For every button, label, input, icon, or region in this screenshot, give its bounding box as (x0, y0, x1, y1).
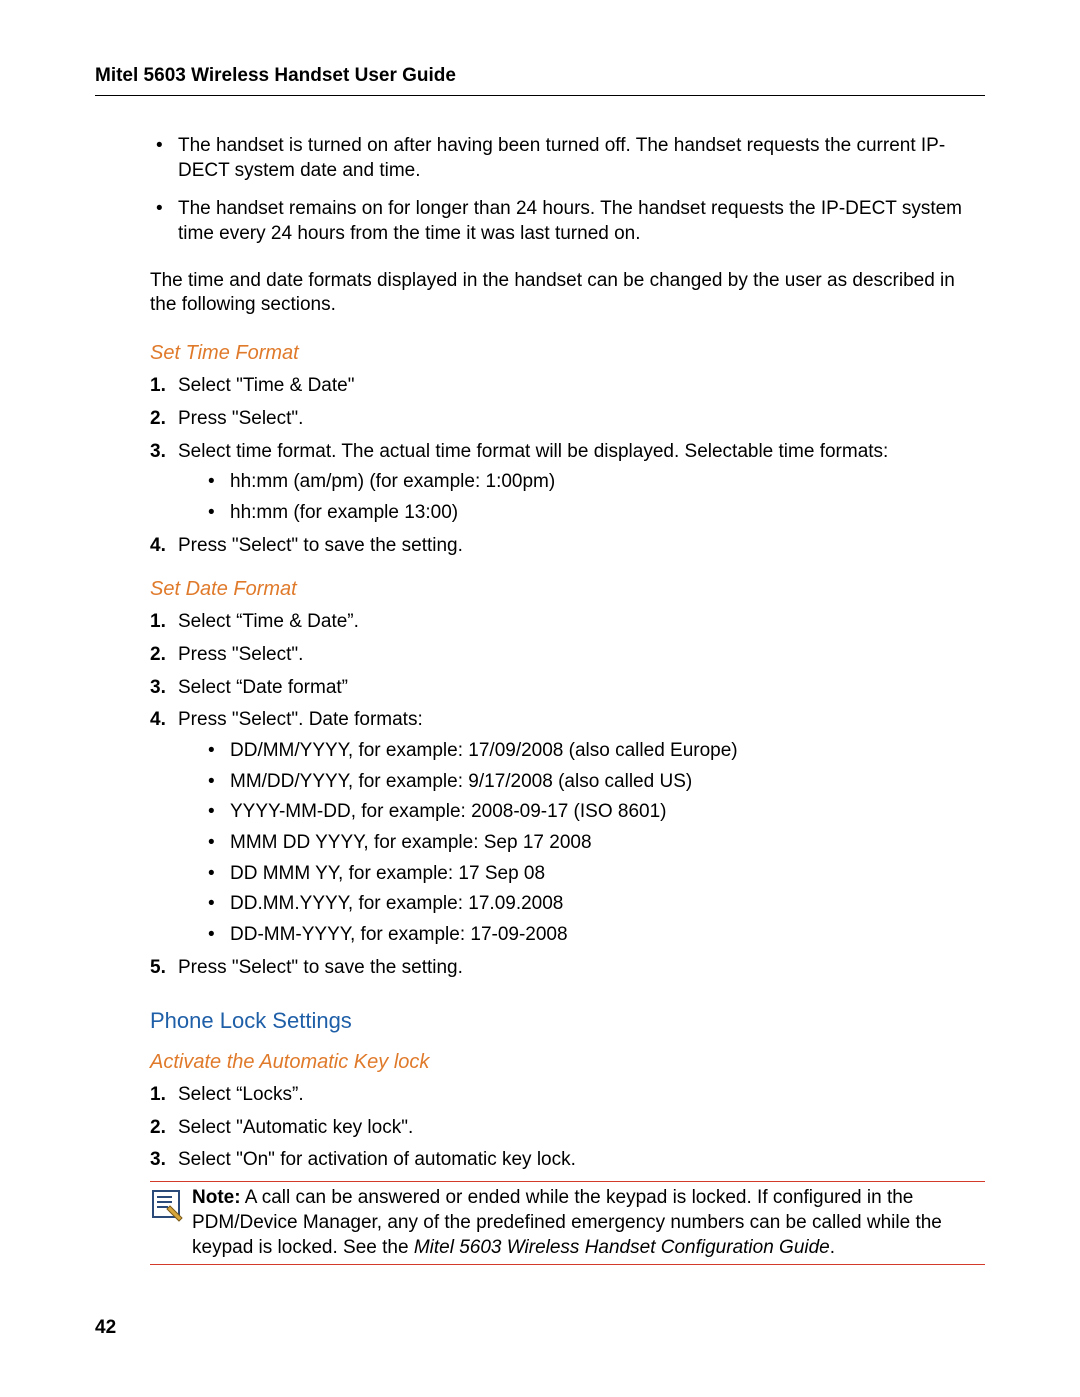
date-format-options: DD/MM/YYYY, for example: 17/09/2008 (als… (204, 739, 985, 948)
time-format-steps: Select "Time & Date" Press "Select". Sel… (150, 374, 985, 558)
step-item: Select “Locks”. (150, 1083, 985, 1108)
step-item: Press "Select". (150, 407, 985, 432)
step-item: Select “Time & Date”. (150, 610, 985, 635)
intro-bullet: The handset remains on for longer than 2… (150, 197, 985, 246)
date-format-steps: Select “Time & Date”. Press "Select". Se… (150, 610, 985, 980)
step-text: Press "Select". Date formats: (178, 709, 423, 730)
step-item: Select "On" for activation of automatic … (150, 1148, 985, 1173)
time-format-options: hh:mm (am/pm) (for example: 1:00pm) hh:m… (204, 470, 985, 525)
page-body: The handset is turned on after having be… (95, 134, 985, 1265)
note-reference: Mitel 5603 Wireless Handset Configuratio… (414, 1237, 830, 1258)
format-option: DD-MM-YYYY, for example: 17-09-2008 (204, 923, 985, 948)
subheading-activate-auto-keylock: Activate the Automatic Key lock (150, 1049, 985, 1075)
format-option: DD.MM.YYYY, for example: 17.09.2008 (204, 892, 985, 917)
step-text: Select time format. The actual time form… (178, 441, 888, 462)
step-item: Select "Automatic key lock". (150, 1116, 985, 1141)
step-item: Select time format. The actual time form… (150, 440, 985, 526)
note-tail: . (830, 1237, 835, 1258)
keylock-steps: Select “Locks”. Select "Automatic key lo… (150, 1083, 985, 1173)
format-option: DD/MM/YYYY, for example: 17/09/2008 (als… (204, 739, 985, 764)
step-item: Press "Select". Date formats: DD/MM/YYYY… (150, 708, 985, 948)
format-option: YYYY-MM-DD, for example: 2008-09-17 (ISO… (204, 800, 985, 825)
subheading-set-date-format: Set Date Format (150, 576, 985, 602)
format-option: MMM DD YYYY, for example: Sep 17 2008 (204, 831, 985, 856)
intro-bullet: The handset is turned on after having be… (150, 134, 985, 183)
step-item: Press "Select". (150, 643, 985, 668)
note-box: Note: A call can be answered or ended wh… (150, 1181, 985, 1265)
page-content: Mitel 5603 Wireless Handset User Guide T… (95, 65, 985, 1265)
format-option: DD MMM YY, for example: 17 Sep 08 (204, 862, 985, 887)
note-icon (150, 1188, 184, 1230)
format-option: MM/DD/YYYY, for example: 9/17/2008 (also… (204, 770, 985, 795)
note-lead: Note: (192, 1187, 241, 1208)
step-item: Press "Select" to save the setting. (150, 534, 985, 559)
format-option: hh:mm (am/pm) (for example: 1:00pm) (204, 470, 985, 495)
step-item: Select “Date format” (150, 676, 985, 701)
note-text: Note: A call can be answered or ended wh… (192, 1186, 985, 1260)
page-number: 42 (95, 1317, 116, 1339)
format-option: hh:mm (for example 13:00) (204, 501, 985, 526)
step-item: Select "Time & Date" (150, 374, 985, 399)
intro-bullet-list: The handset is turned on after having be… (150, 134, 985, 247)
page-header-title: Mitel 5603 Wireless Handset User Guide (95, 65, 985, 96)
step-item: Press "Select" to save the setting. (150, 956, 985, 981)
subheading-set-time-format: Set Time Format (150, 340, 985, 366)
intro-paragraph: The time and date formats displayed in t… (150, 269, 985, 318)
heading-phone-lock-settings: Phone Lock Settings (150, 1007, 985, 1036)
